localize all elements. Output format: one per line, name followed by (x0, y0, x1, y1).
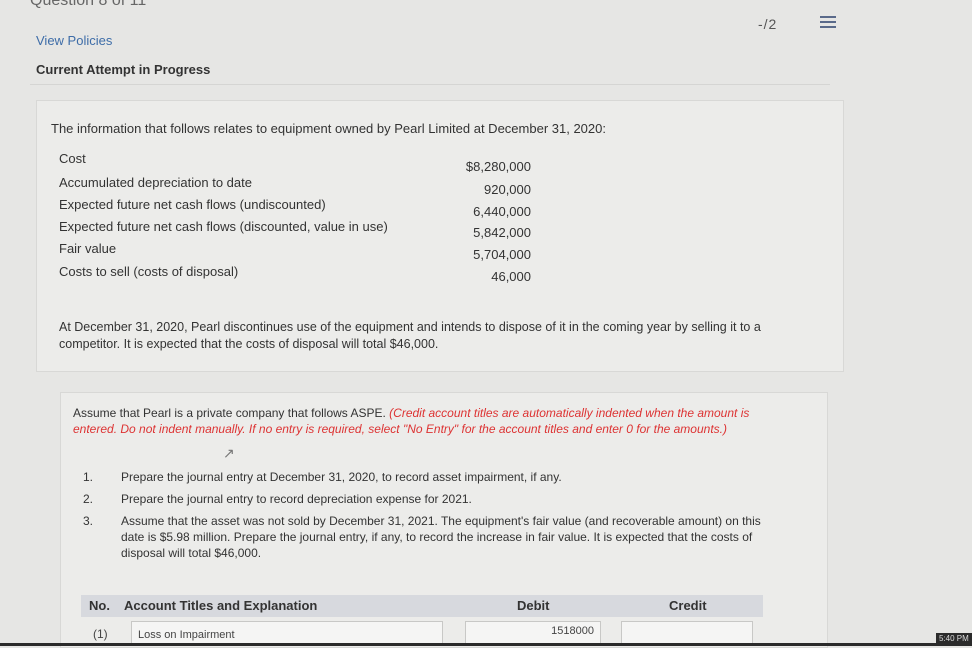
row-label-accumulated-depreciation: Accumulated depreciation to date (59, 175, 252, 190)
step-number: 3. (83, 514, 94, 528)
credit-field[interactable] (621, 621, 753, 645)
row-label-undiscounted: Expected future net cash flows (undiscou… (59, 197, 326, 212)
list-icon[interactable] (820, 16, 836, 30)
row-value-cost: $8,280,000 (465, 159, 531, 174)
row-label-fair-value: Fair value (59, 241, 117, 256)
question-navigation[interactable]: Question 8 of 11 (30, 0, 170, 10)
step-item: 1. Prepare the journal entry at December … (83, 469, 783, 485)
row-label-costs-to-sell: Costs to sell (costs of disposal) (59, 264, 239, 279)
debit-field[interactable]: 1518000 (465, 621, 601, 645)
taskbar-clock: 5:40 PM (936, 633, 972, 644)
steps-list: 1. Prepare the journal entry at December … (83, 469, 783, 567)
journal-row-number: (1) (93, 627, 108, 641)
row-value-discounted: 5,842,000 (473, 225, 531, 240)
divider (30, 84, 830, 85)
assume-text: Assume that Pearl is a private company t… (73, 405, 793, 437)
row-value-undiscounted: 6,440,000 (473, 204, 531, 219)
row-value-accumulated-depreciation: 920,000 (484, 182, 531, 197)
row-label-cost: Cost (59, 151, 86, 166)
row-value-costs-to-sell: 46,000 (491, 269, 531, 284)
journal-col-no: No. (89, 598, 110, 613)
question-nav-label: Question 8 of 11 (30, 0, 147, 9)
info-paragraph: At December 31, 2020, Pearl discontinues… (59, 320, 761, 351)
journal-col-debit: Debit (517, 598, 550, 613)
row-value-fair-value: 5,704,000 (473, 247, 531, 262)
task-panel: Assume that Pearl is a private company t… (60, 392, 828, 648)
assume-sentence: Assume that Pearl is a private company t… (73, 406, 386, 420)
score-indicator: -/2 (758, 16, 778, 32)
step-text: Assume that the asset was not sold by De… (121, 514, 761, 560)
step-text: Prepare the journal entry at December 31… (121, 470, 562, 484)
account-title-field[interactable]: Loss on Impairment (131, 621, 443, 645)
info-intro: The information that follows relates to … (51, 121, 606, 136)
journal-col-account: Account Titles and Explanation (124, 598, 318, 613)
info-panel: The information that follows relates to … (36, 100, 844, 372)
step-number: 1. (83, 470, 94, 484)
step-item: 3. Assume that the asset was not sold by … (83, 513, 783, 561)
attempt-status: Current Attempt in Progress (36, 62, 211, 77)
mouse-cursor-icon: ↗ (223, 445, 235, 461)
top-bar: Question 8 of 11 (0, 0, 972, 10)
journal-col-credit: Credit (669, 598, 707, 613)
step-number: 2. (83, 492, 94, 506)
step-text: Prepare the journal entry to record depr… (121, 492, 472, 506)
row-label-discounted: Expected future net cash flows (discount… (59, 219, 388, 234)
journal-header: No. Account Titles and Explanation Debit… (81, 595, 763, 617)
step-item: 2. Prepare the journal entry to record de… (83, 491, 783, 507)
view-policies-link[interactable]: View Policies (36, 33, 112, 48)
